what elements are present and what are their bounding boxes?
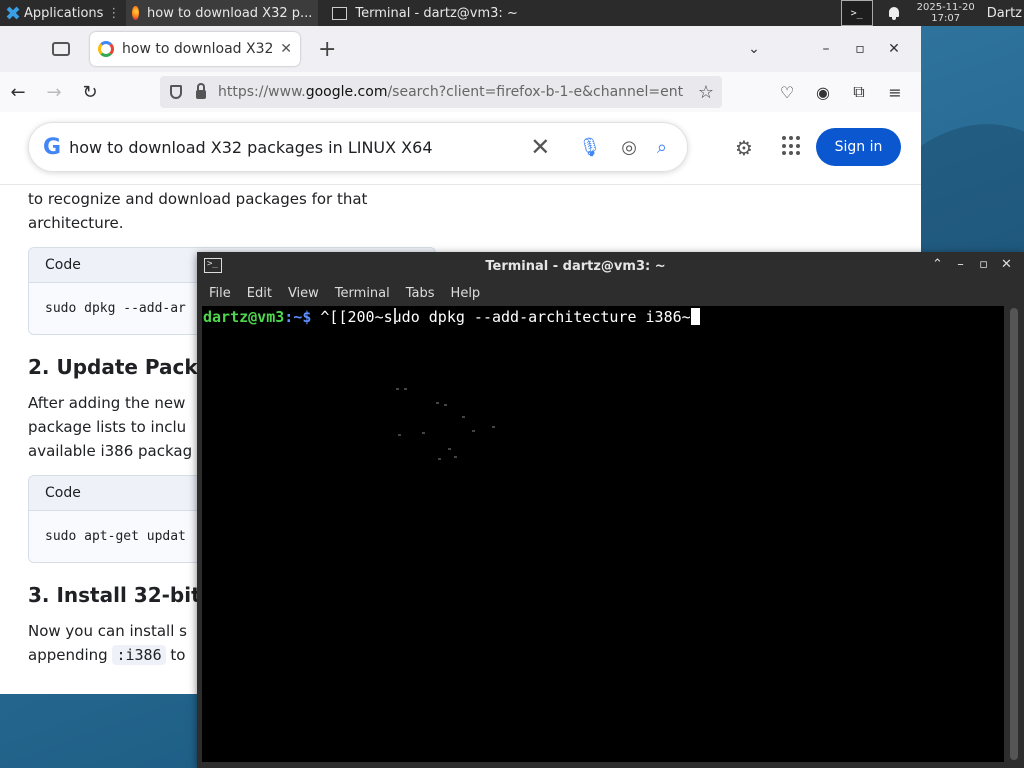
terminal-scrollbar[interactable] (1010, 308, 1018, 760)
google-favicon-icon (98, 41, 114, 57)
menu-edit[interactable]: Edit (247, 286, 272, 301)
taskbar-terminal[interactable]: Terminal - dartz@vm3: ~ (326, 0, 523, 26)
firefox-icon (132, 6, 140, 20)
prompt-path: :~$ (284, 308, 312, 326)
menu-tabs[interactable]: Tabs (406, 286, 435, 301)
menu-file[interactable]: File (209, 286, 231, 301)
google-logo-icon: G (43, 134, 62, 160)
terminal-title: Terminal - dartz@vm3: ~ (485, 259, 666, 274)
tab-close-icon[interactable]: ✕ (280, 41, 292, 57)
terminal-maximize-icon[interactable]: ▫ (972, 257, 995, 272)
browser-tab[interactable]: how to download X32 pa ✕ (90, 32, 300, 66)
google-header: G how to download X32 packages in LINUX … (0, 112, 921, 185)
text-cursor (690, 308, 700, 325)
tab-overview-icon[interactable] (52, 42, 70, 56)
minimize-icon[interactable]: – (809, 41, 843, 57)
taskbar-firefox[interactable]: how to download X32 p... (126, 0, 319, 26)
terminal-menubar: File Edit View Terminal Tabs Help (197, 280, 1024, 306)
menu-help[interactable]: Help (451, 286, 481, 301)
clock[interactable]: 2025-11-20 17:07 (917, 2, 975, 24)
new-tab-icon[interactable]: + (318, 37, 336, 62)
terminal-titlebar[interactable]: >_ Terminal - dartz@vm3: ~ ⌃ – ▫ ✕ (197, 252, 1024, 280)
voice-search-icon[interactable]: 🎙 (578, 137, 601, 158)
tab-bar: how to download X32 pa ✕ + ⌄ – ▫ ✕ (0, 26, 921, 72)
close-icon[interactable]: ✕ (877, 41, 911, 57)
section-2-paragraph: After adding the new package lists to in… (28, 394, 193, 460)
user-menu[interactable]: Dartz (987, 6, 1022, 21)
search-icon[interactable]: ⌕ (657, 137, 667, 158)
hamburger-menu-icon[interactable]: ≡ (877, 83, 913, 102)
terminal-small-icon (332, 6, 348, 20)
intro-paragraph: to recognize and download packages for t… (28, 190, 368, 232)
terminal-shade-icon[interactable]: ⌃ (926, 257, 949, 272)
account-icon[interactable]: ◉ (805, 83, 841, 102)
terminal-close-icon[interactable]: ✕ (995, 257, 1018, 272)
notification-bell-icon[interactable] (887, 6, 901, 20)
menu-separator-icon: ⋮ (107, 5, 121, 21)
clear-search-icon[interactable]: ✕ (530, 133, 550, 161)
typed-command: ^[[200~sudo dpkg --add-architecture i386… (311, 308, 691, 326)
clock-time: 17:07 (931, 13, 961, 24)
terminal-prompt-line: dartz@vm3:~$ ^[[200~sudo dpkg --add-arch… (202, 306, 1004, 326)
inline-code: :i386 (112, 645, 166, 665)
pocket-icon[interactable]: ♡ (769, 83, 805, 102)
back-icon[interactable]: ← (0, 82, 36, 103)
url-bar[interactable]: https://www.google.com/search?client=fir… (160, 76, 722, 108)
extensions-icon[interactable]: ⧉ (841, 82, 877, 102)
render-artifact (392, 386, 502, 466)
lock-icon[interactable] (196, 82, 206, 99)
workspace-terminal-icon[interactable]: >_ (840, 0, 873, 26)
taskbar-terminal-label: Terminal - dartz@vm3: ~ (355, 5, 518, 21)
lens-search-icon[interactable]: ◎ (621, 137, 637, 158)
mouse-ibeam-cursor (394, 308, 396, 324)
tab-list-chevron-icon[interactable]: ⌄ (737, 41, 771, 57)
prompt-user: dartz@vm3 (203, 308, 285, 326)
tab-title: how to download X32 pa (122, 41, 274, 57)
tracking-shield-icon[interactable] (170, 85, 182, 99)
taskbar-firefox-label: how to download X32 p... (147, 5, 313, 21)
menu-terminal[interactable]: Terminal (335, 286, 390, 301)
maximize-icon[interactable]: ▫ (843, 41, 877, 57)
xfce-applications-icon (6, 6, 20, 20)
settings-gear-icon[interactable]: ⚙ (735, 136, 753, 160)
top-panel: Applications ⋮ how to download X32 p... … (0, 0, 1024, 26)
url-text[interactable]: https://www.google.com/search?client=fir… (218, 84, 688, 100)
clock-date: 2025-11-20 (916, 2, 975, 13)
applications-label: Applications (24, 5, 104, 21)
bookmark-star-icon[interactable]: ☆ (698, 82, 714, 103)
sign-in-button[interactable]: Sign in (816, 128, 901, 166)
forward-icon[interactable]: → (36, 82, 72, 103)
menu-view[interactable]: View (288, 286, 319, 301)
search-query[interactable]: how to download X32 packages in LINUX X6… (69, 138, 530, 157)
google-search-box[interactable]: G how to download X32 packages in LINUX … (28, 122, 688, 172)
terminal-screen[interactable]: dartz@vm3:~$ ^[[200~sudo dpkg --add-arch… (202, 306, 1004, 762)
reload-icon[interactable]: ↻ (72, 82, 108, 103)
google-apps-icon[interactable] (782, 136, 802, 156)
terminal-minimize-icon[interactable]: – (949, 257, 972, 272)
terminal-window: >_ Terminal - dartz@vm3: ~ ⌃ – ▫ ✕ File … (197, 252, 1024, 768)
applications-menu[interactable]: Applications ⋮ (0, 0, 126, 26)
navigation-bar: ← → ↻ https://www.google.com/search?clie… (0, 72, 921, 113)
